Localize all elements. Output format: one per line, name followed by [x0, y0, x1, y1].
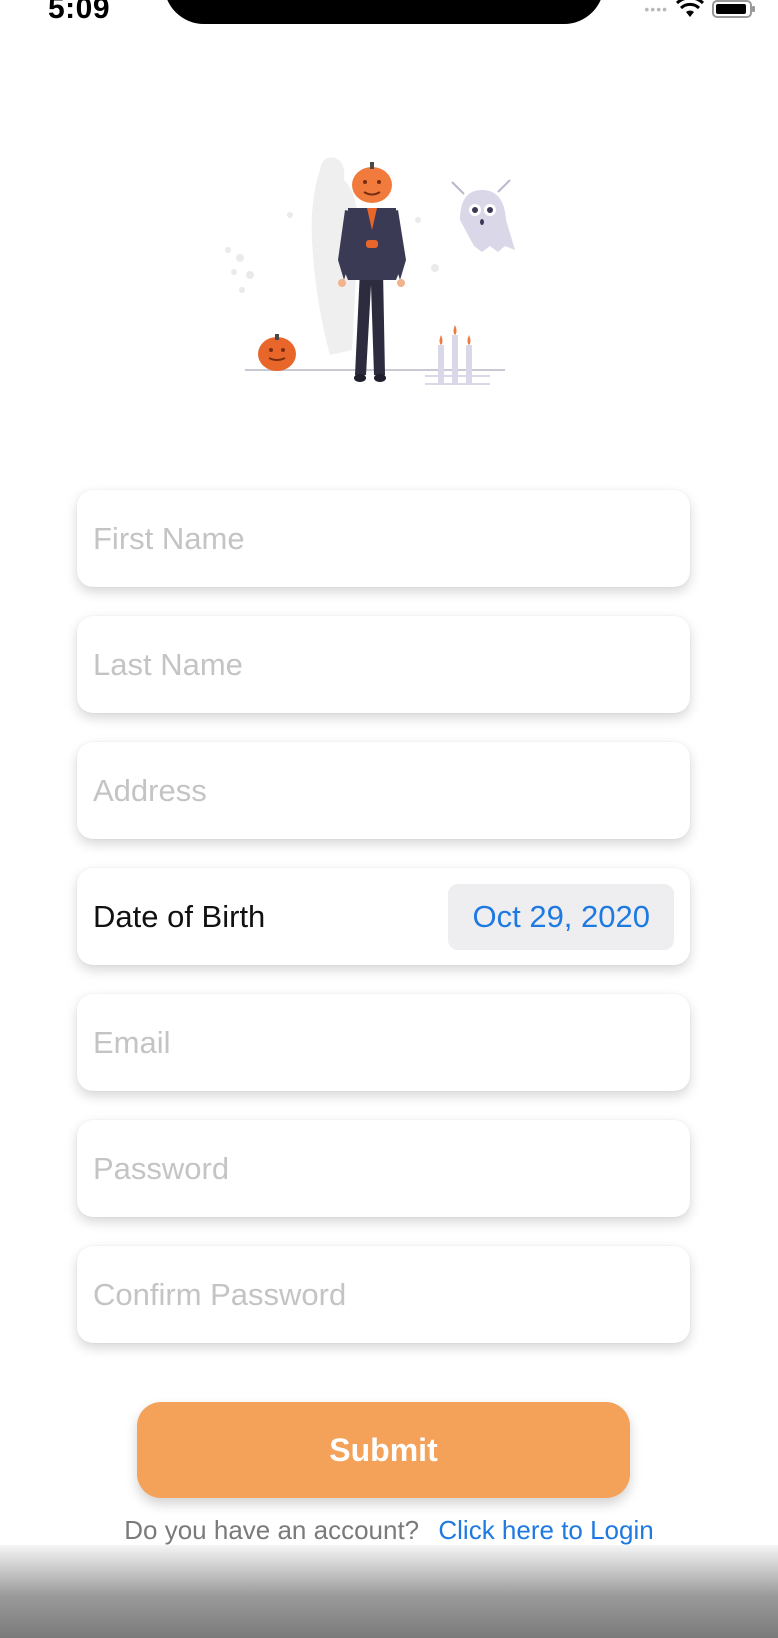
halloween-illustration [225, 157, 515, 385]
confirm-password-field[interactable] [77, 1246, 690, 1343]
date-of-birth-field: Date of Birth Oct 29, 2020 [77, 868, 690, 965]
date-of-birth-label: Date of Birth [93, 899, 266, 934]
status-bar: 5:09 •••• [0, 0, 778, 28]
signup-form: Date of Birth Oct 29, 2020 [77, 490, 690, 1372]
password-input[interactable] [77, 1120, 690, 1217]
submit-button[interactable]: Submit [137, 1402, 630, 1498]
status-time: 5:09 [48, 0, 111, 25]
notch [164, 0, 604, 24]
first-name-input[interactable] [77, 490, 690, 587]
signal-icon: •••• [644, 1, 668, 17]
password-field[interactable] [77, 1120, 690, 1217]
date-of-birth-picker[interactable]: Oct 29, 2020 [448, 884, 674, 950]
address-input[interactable] [77, 742, 690, 839]
address-field[interactable] [77, 742, 690, 839]
last-name-field[interactable] [77, 616, 690, 713]
login-link[interactable]: Click here to Login [438, 1515, 653, 1545]
login-prompt: Do you have an account? Click here to Lo… [0, 1515, 778, 1546]
status-icons: •••• [644, 0, 756, 20]
first-name-field[interactable] [77, 490, 690, 587]
email-input[interactable] [77, 994, 690, 1091]
last-name-input[interactable] [77, 616, 690, 713]
confirm-password-input[interactable] [77, 1246, 690, 1343]
battery-icon [712, 0, 755, 18]
wifi-icon [676, 0, 704, 17]
bottom-overlay [0, 1545, 778, 1638]
login-question: Do you have an account? [124, 1515, 420, 1545]
email-field[interactable] [77, 994, 690, 1091]
